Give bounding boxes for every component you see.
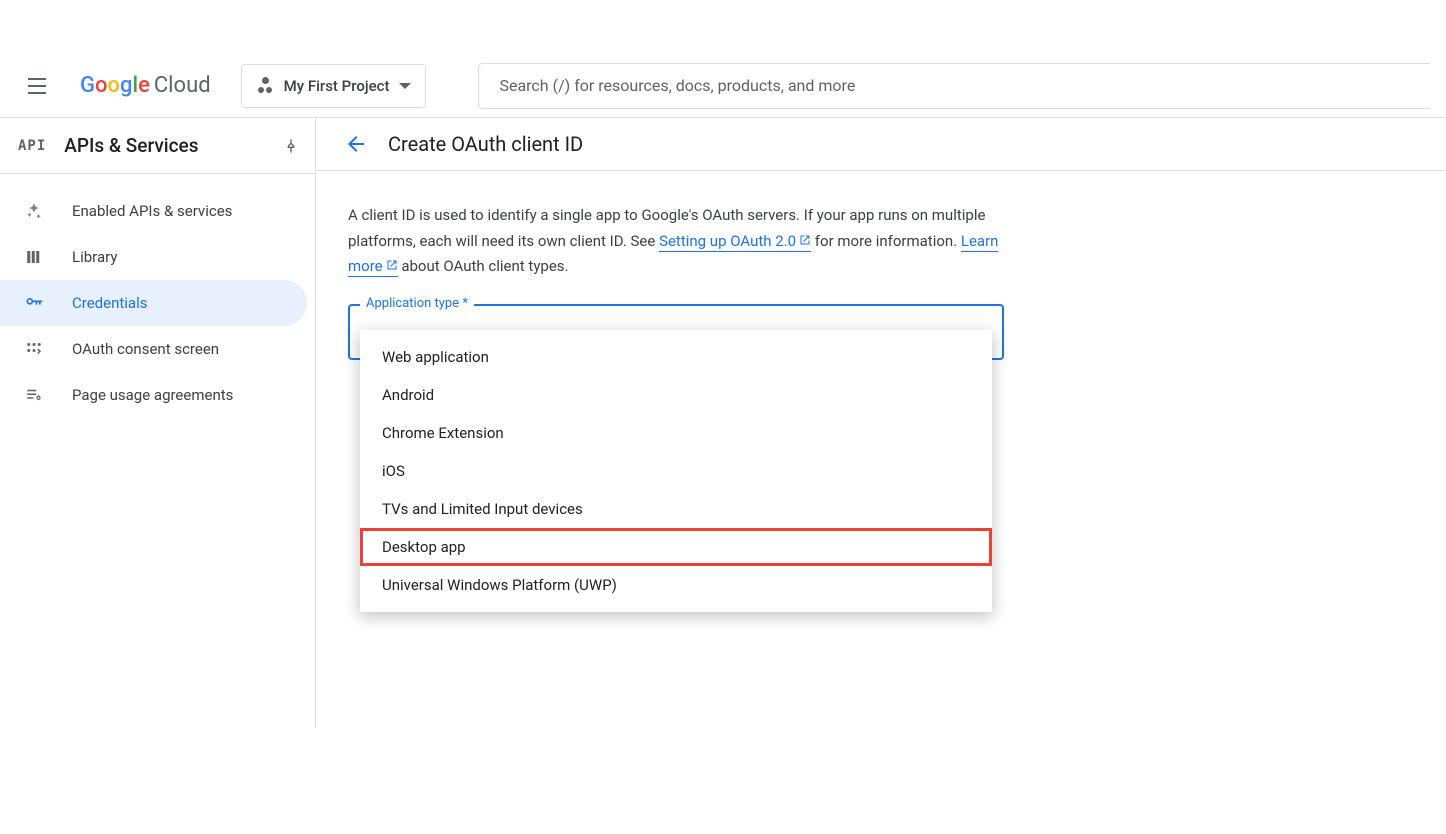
sidebar-item-label: Enabled APIs & services [72,202,232,220]
sidebar-item-label: Library [72,248,117,266]
consent-screen-icon [24,339,44,359]
sidebar-item-credentials[interactable]: Credentials [0,280,307,326]
page-title: Create OAuth client ID [388,132,583,156]
sidebar-item-enabled-apis[interactable]: Enabled APIs & services [0,188,315,234]
project-icon [256,77,274,95]
dropdown-option-web-application[interactable]: Web application [360,338,992,376]
application-type-dropdown: Web application Android Chrome Extension… [360,330,992,612]
sidebar-item-oauth-consent[interactable]: OAuth consent screen [0,326,315,372]
chevron-down-icon [399,83,411,89]
top-bar: Google Cloud My First Project Search (/)… [0,54,1446,118]
pin-icon[interactable] [283,138,299,154]
sidebar-item-page-usage[interactable]: Page usage agreements [0,372,315,418]
description-text: A client ID is used to identify a single… [348,203,1004,280]
enabled-apis-icon [24,201,44,221]
sidebar-item-library[interactable]: Library [0,234,315,280]
content-body: A client ID is used to identify a single… [316,171,1036,392]
description-part3: about OAuth client types. [398,257,569,275]
sidebar-title: APIs & Services [64,134,265,157]
agreements-icon [24,385,44,405]
description-part2: for more information. [811,232,961,250]
dropdown-option-tvs[interactable]: TVs and Limited Input devices [360,490,992,528]
library-icon [24,247,44,267]
dropdown-option-chrome-extension[interactable]: Chrome Extension [360,414,992,452]
dropdown-option-android[interactable]: Android [360,376,992,414]
dropdown-option-uwp[interactable]: Universal Windows Platform (UWP) [360,566,992,604]
dropdown-option-ios[interactable]: iOS [360,452,992,490]
sidebar-item-label: Credentials [72,294,147,312]
sidebar-item-label: Page usage agreements [72,386,233,404]
external-link-icon [799,234,811,246]
setting-up-oauth-link[interactable]: Setting up OAuth 2.0 [659,232,811,252]
search-input[interactable]: Search (/) for resources, docs, products… [478,63,1430,109]
google-cloud-logo[interactable]: Google Cloud [80,73,211,98]
sidebar-header: API APIs & Services [0,118,315,174]
external-link-icon [386,259,398,271]
content-header: Create OAuth client ID [316,118,1446,171]
project-name: My First Project [284,77,390,95]
logo-cloud-text: Cloud [154,73,211,98]
back-arrow-icon[interactable] [344,132,368,156]
api-icon: API [18,138,46,154]
sidebar-item-label: OAuth consent screen [72,340,219,358]
nav-list: Enabled APIs & services Library Credenti… [0,174,315,418]
hamburger-menu-icon[interactable] [16,62,64,110]
application-type-select-container: Application type * Web application Andro… [348,304,1004,360]
main-content: Create OAuth client ID A client ID is us… [316,118,1446,728]
select-label: Application type * [360,296,474,311]
key-icon [24,293,44,313]
sidebar: API APIs & Services Enabled APIs & servi… [0,118,316,728]
project-selector[interactable]: My First Project [241,64,427,108]
dropdown-option-desktop-app[interactable]: Desktop app [360,528,992,566]
search-placeholder: Search (/) for resources, docs, products… [499,76,855,95]
